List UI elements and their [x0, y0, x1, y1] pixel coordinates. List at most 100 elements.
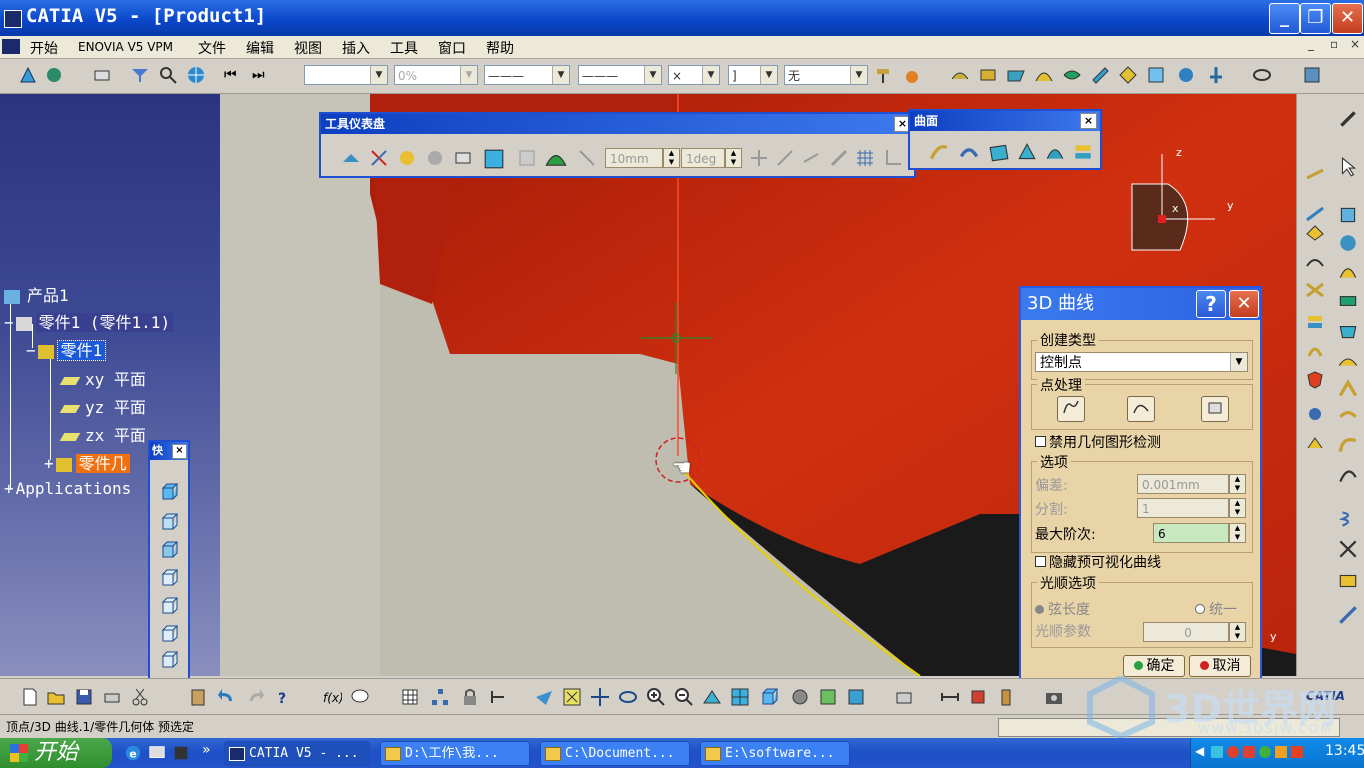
undo-icon[interactable] [216, 687, 236, 707]
print-icon[interactable] [92, 65, 112, 85]
transparency-combo[interactable]: 0% ▼ [394, 65, 478, 85]
print-icon[interactable] [102, 687, 122, 707]
surface-tool-icon-8[interactable] [1146, 65, 1166, 85]
angle-input[interactable]: 1deg [681, 148, 725, 168]
tree-node-product1[interactable]: 产品1 [4, 282, 72, 306]
last-frame-icon[interactable]: ⏭ [252, 67, 265, 83]
tree-node-part-instance[interactable]: − 零件1 (零件1.1) [4, 309, 174, 333]
mdi-restore-button[interactable]: ▫ [1330, 37, 1338, 51]
surface-extrude-icon[interactable] [1016, 141, 1038, 163]
fill-icon[interactable] [1337, 320, 1359, 342]
menu-file[interactable]: 文件 [198, 38, 226, 58]
table-icon[interactable] [400, 687, 420, 707]
dashboard-tool-icon-8[interactable] [801, 148, 821, 168]
task-folder-software[interactable]: E:\software... [700, 741, 850, 766]
hide-show-icon[interactable] [818, 687, 838, 707]
view-right-icon[interactable] [160, 596, 180, 616]
menu-view[interactable]: 视图 [294, 38, 322, 58]
clock[interactable]: 13:45 [1325, 743, 1364, 759]
tree-tool-icon[interactable] [1305, 404, 1325, 424]
fit-icon[interactable] [1337, 570, 1359, 592]
curve-icon[interactable] [1337, 434, 1359, 456]
spline-icon[interactable] [1337, 464, 1359, 486]
quick-launch-more-icon[interactable]: » [202, 742, 211, 758]
surface-tool-icon-7[interactable] [1118, 65, 1138, 85]
select-arrow-icon[interactable] [1337, 156, 1359, 178]
create-type-select[interactable]: 控制点 ▼ [1035, 352, 1248, 372]
grid-icon[interactable] [855, 148, 875, 168]
analysis-icon[interactable] [1337, 604, 1359, 626]
disable-geometry-check[interactable]: 禁用几何图形检测 [1035, 432, 1161, 452]
offset-icon[interactable] [1337, 290, 1359, 312]
menu-start[interactable]: 开始 [30, 38, 58, 58]
ok-button[interactable]: 确定 [1123, 655, 1185, 677]
formula-icon[interactable]: f(x) [322, 687, 342, 707]
dashboard-tool-icon-5[interactable] [453, 148, 473, 168]
catalog-icon[interactable] [44, 65, 64, 85]
comment-icon[interactable] [350, 687, 370, 707]
segmentation-input[interactable]: 1 [1137, 498, 1229, 518]
lock-icon[interactable] [460, 687, 480, 707]
pan-icon[interactable] [590, 687, 610, 707]
iso-view-icon[interactable] [760, 687, 780, 707]
tree-node-plane-xy[interactable]: xy 平面 [59, 366, 149, 390]
max-order-spinner[interactable]: ▲ ▼ [1229, 523, 1246, 543]
view-mode-icon[interactable] [1302, 65, 1322, 85]
mdi-minimize-button[interactable]: _ [1308, 37, 1314, 51]
tray-app-icon[interactable] [1227, 746, 1239, 758]
zoom-in-icon[interactable] [646, 687, 666, 707]
network-icon[interactable] [1337, 538, 1359, 560]
tree-node-applications[interactable]: + Applications [4, 479, 131, 498]
workbench-icon[interactable] [18, 65, 38, 85]
first-frame-icon[interactable]: ⏮ [224, 67, 237, 83]
task-catia[interactable]: CATIA V5 - ... [224, 741, 370, 766]
checkbox-icon[interactable] [1035, 556, 1046, 567]
fly-mode-icon[interactable] [534, 687, 554, 707]
trim-icon[interactable] [1305, 340, 1325, 360]
tray-security-icon[interactable] [1275, 746, 1287, 758]
dashboard-tool-icon-6[interactable] [749, 148, 769, 168]
format-painter-icon[interactable] [874, 65, 894, 85]
max-order-input[interactable]: 6 [1153, 523, 1229, 543]
tree-node-body[interactable]: + 零件几 [44, 450, 130, 474]
globe-icon[interactable] [186, 65, 206, 85]
close-button[interactable]: ✕ [1332, 3, 1363, 34]
view-left-icon[interactable] [160, 568, 180, 588]
menu-edit[interactable]: 编辑 [246, 38, 274, 58]
maximize-button[interactable]: ❐ [1300, 3, 1331, 34]
dashboard-view-icon[interactable] [483, 148, 505, 170]
desktop-icon[interactable] [148, 744, 166, 762]
chord-length-radio[interactable]: 弦长度 [1035, 599, 1090, 619]
dashboard-tool-icon-7[interactable] [775, 148, 795, 168]
surface-tool-icon-2[interactable] [978, 65, 998, 85]
checkbox-icon[interactable] [1035, 436, 1046, 447]
intersect-icon[interactable] [1305, 280, 1325, 300]
start-button[interactable]: 开始 [0, 738, 112, 768]
catia-app-icon[interactable] [4, 10, 22, 28]
new-file-icon[interactable] [20, 687, 40, 707]
surface-tool-icon-1[interactable] [950, 65, 970, 85]
collapse-icon[interactable]: − [26, 341, 36, 360]
ie-icon[interactable]: e [124, 744, 142, 762]
tree-node-plane-zx[interactable]: zx 平面 [59, 422, 149, 446]
dashboard-tool-icon-9[interactable] [829, 148, 849, 168]
tray-antivirus-icon[interactable] [1243, 746, 1255, 758]
scan-icon[interactable] [1305, 434, 1325, 454]
projection-icon[interactable] [1305, 252, 1325, 272]
join-icon[interactable] [1305, 312, 1325, 332]
view-bottom-icon[interactable] [160, 650, 180, 670]
surface-tool-icon-5[interactable] [1062, 65, 1082, 85]
mass-icon[interactable] [996, 687, 1016, 707]
tray-expand-icon[interactable]: ◀ [1195, 744, 1204, 758]
tree-node-plane-yz[interactable]: yz 平面 [59, 394, 149, 418]
radio-icon[interactable] [1195, 604, 1205, 614]
measure-between-icon[interactable] [940, 687, 960, 707]
surface-tool-icon-4[interactable] [1034, 65, 1054, 85]
mdi-close-button[interactable]: × [1350, 37, 1360, 51]
zoom-out-icon[interactable] [674, 687, 694, 707]
material-combo[interactable]: 无 ▼ [784, 65, 868, 85]
hide-preview-checkbox[interactable]: 隐藏预可视化曲线 [1035, 552, 1161, 572]
radio-selected-icon[interactable] [1035, 605, 1044, 614]
chevron-down-icon[interactable]: ▼ [1230, 353, 1247, 371]
step-spinner[interactable]: ▲ ▼ [663, 148, 680, 168]
